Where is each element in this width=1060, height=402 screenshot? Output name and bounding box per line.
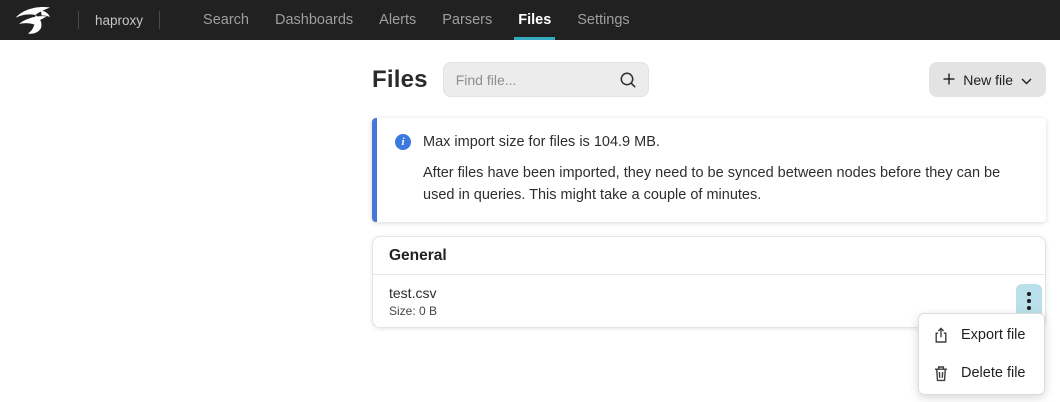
callout-body: After files have been imported, they nee… (423, 162, 1026, 206)
file-actions-menu: Export file Delete file (918, 313, 1045, 395)
search-icon (619, 71, 637, 89)
nav-item-files[interactable]: Files (505, 0, 564, 40)
kebab-dot (1027, 299, 1031, 303)
nav-item-dashboards[interactable]: Dashboards (262, 0, 366, 40)
search-input[interactable] (456, 72, 613, 88)
main-nav: Search Dashboards Alerts Parsers Files S… (190, 0, 643, 40)
app-root: haproxy Search Dashboards Alerts Parsers… (0, 0, 1060, 402)
info-callout: i Max import size for files is 104.9 MB.… (372, 118, 1046, 222)
top-nav: haproxy Search Dashboards Alerts Parsers… (0, 0, 1060, 40)
new-file-label: New file (963, 72, 1013, 88)
nav-divider (159, 11, 160, 29)
new-file-button[interactable]: New file (929, 62, 1046, 97)
nav-item-alerts[interactable]: Alerts (366, 0, 429, 40)
trash-icon (933, 365, 949, 382)
kebab-dot (1027, 292, 1031, 296)
chevron-down-icon (1021, 72, 1032, 88)
file-size: Size: 0 B (389, 304, 437, 318)
nav-divider (78, 11, 79, 29)
nav-item-parsers[interactable]: Parsers (429, 0, 505, 40)
file-search (443, 62, 649, 97)
menu-item-delete-file[interactable]: Delete file (919, 354, 1044, 392)
menu-item-label: Export file (961, 327, 1025, 343)
export-icon (933, 327, 949, 344)
nav-item-label: Files (518, 12, 551, 28)
falcon-logo-svg (14, 5, 58, 35)
callout-title-row: i Max import size for files is 104.9 MB. (395, 134, 1026, 150)
repository-name[interactable]: haproxy (95, 13, 143, 28)
file-info: test.csv Size: 0 B (389, 285, 437, 318)
nav-item-settings[interactable]: Settings (564, 0, 642, 40)
page-title: Files (372, 66, 428, 94)
callout-title: Max import size for files is 104.9 MB. (423, 134, 660, 150)
crowdstrike-falcon-logo[interactable] (14, 5, 58, 35)
plus-icon (943, 72, 955, 88)
page-header: Files New file (372, 62, 1046, 97)
nav-item-search[interactable]: Search (190, 0, 262, 40)
menu-item-label: Delete file (961, 365, 1025, 381)
files-page: Files New file (372, 40, 1046, 328)
file-name[interactable]: test.csv (389, 285, 437, 301)
menu-item-export-file[interactable]: Export file (919, 316, 1044, 354)
info-icon: i (395, 134, 411, 150)
kebab-dot (1027, 306, 1031, 310)
section-title: General (373, 237, 1045, 275)
